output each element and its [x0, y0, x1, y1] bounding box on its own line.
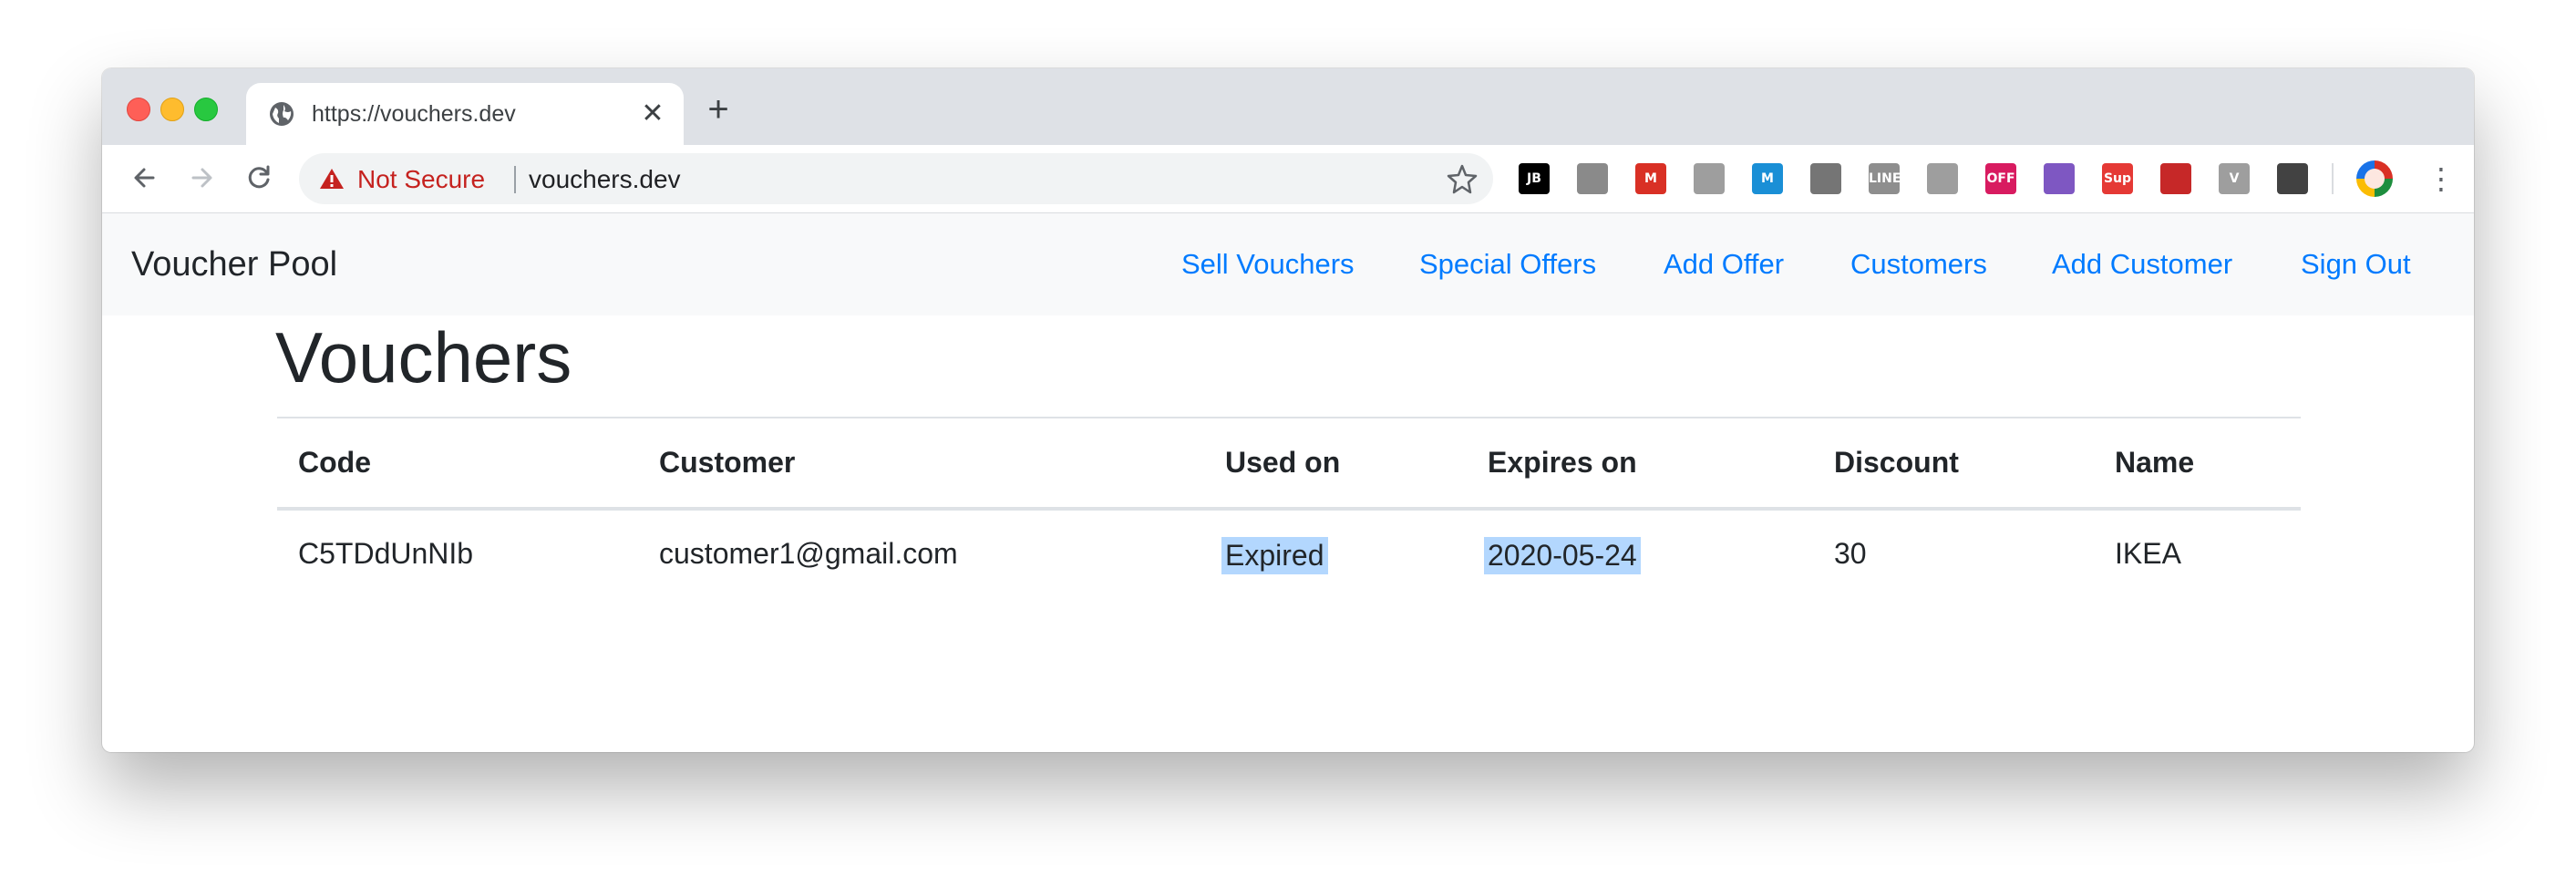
omnibox-divider: [514, 166, 516, 193]
table-header-border: [277, 507, 2301, 511]
minimize-window-button[interactable]: [160, 98, 184, 121]
address-bar[interactable]: Not Secure vouchers.dev: [299, 153, 1493, 204]
maximize-window-button[interactable]: [194, 98, 218, 121]
column-header-expires-on: Expires on: [1488, 446, 1637, 479]
screenshot-icon[interactable]: [2044, 163, 2075, 194]
profile-avatar[interactable]: [2356, 160, 2393, 197]
off-icon[interactable]: OFF: [1985, 163, 2016, 194]
tab-strip: https://vouchers.dev ✕ +: [102, 68, 2474, 145]
red-square-icon[interactable]: [2160, 163, 2191, 194]
url-text[interactable]: vouchers.dev: [529, 165, 681, 194]
tab-title: https://vouchers.dev: [312, 101, 516, 127]
column-header-customer: Customer: [659, 446, 796, 479]
table-top-border: [277, 417, 2301, 418]
browser-menu-icon[interactable]: ⋮: [2425, 163, 2458, 196]
nav-sell-vouchers[interactable]: Sell Vouchers: [1181, 248, 1355, 281]
download-box-icon[interactable]: [2277, 163, 2308, 194]
column-header-used-on: Used on: [1225, 446, 1341, 479]
browser-tab[interactable]: https://vouchers.dev ✕: [246, 83, 684, 145]
column-header-code: Code: [298, 446, 371, 479]
m-blue-square-icon[interactable]: M: [1752, 163, 1783, 194]
nav-customers[interactable]: Customers: [1850, 248, 1987, 281]
cell-used-on: Expired: [1221, 537, 1328, 574]
not-secure-label[interactable]: Not Secure: [357, 165, 485, 194]
cell-expires-on: 2020-05-24: [1484, 537, 1641, 574]
forward-arrow-icon[interactable]: [182, 158, 222, 198]
cell-discount: 30: [1834, 537, 1867, 570]
app-navbar: Voucher Pool Sell Vouchers Special Offer…: [102, 213, 2474, 315]
link-icon[interactable]: [1810, 163, 1841, 194]
download-arrow-icon[interactable]: [1927, 163, 1958, 194]
page-title: Vouchers: [275, 317, 572, 398]
cube-icon[interactable]: [1694, 163, 1725, 194]
gear-extension-icon[interactable]: [1577, 163, 1608, 194]
cell-name: IKEA: [2115, 537, 2181, 570]
supreme-icon[interactable]: Sup: [2102, 163, 2133, 194]
nav-special-offers[interactable]: Special Offers: [1419, 248, 1596, 281]
close-window-button[interactable]: [127, 98, 150, 121]
warning-icon[interactable]: [319, 167, 345, 191]
cell-code: C5TDdUnNIb: [298, 537, 474, 570]
column-header-discount: Discount: [1834, 446, 1959, 479]
jetbrains-icon[interactable]: JB: [1519, 163, 1550, 194]
toolbar-divider: [2332, 163, 2334, 194]
nav-sign-out[interactable]: Sign Out: [2301, 248, 2411, 281]
bookmark-star-icon[interactable]: [1446, 162, 1479, 195]
brand-link[interactable]: Voucher Pool: [131, 245, 337, 284]
line-icon[interactable]: LINE: [1869, 163, 1900, 194]
nav-add-offer[interactable]: Add Offer: [1664, 248, 1784, 281]
column-header-name: Name: [2115, 446, 2195, 479]
m-red-circle-icon[interactable]: M: [1635, 163, 1666, 194]
v-icon[interactable]: V: [2219, 163, 2250, 194]
cell-customer: customer1@gmail.com: [659, 537, 958, 570]
browser-window: https://vouchers.dev ✕ + Not Secure vouc…: [102, 68, 2474, 752]
globe-icon: [268, 100, 295, 128]
browser-toolbar: Not Secure vouchers.dev JB M M LINE OFF Sup V …: [102, 145, 2474, 213]
reload-icon[interactable]: [239, 158, 279, 198]
new-tab-button[interactable]: +: [700, 91, 737, 129]
close-tab-icon[interactable]: ✕: [634, 96, 671, 132]
back-arrow-icon[interactable]: [124, 158, 164, 198]
nav-add-customer[interactable]: Add Customer: [2052, 248, 2232, 281]
